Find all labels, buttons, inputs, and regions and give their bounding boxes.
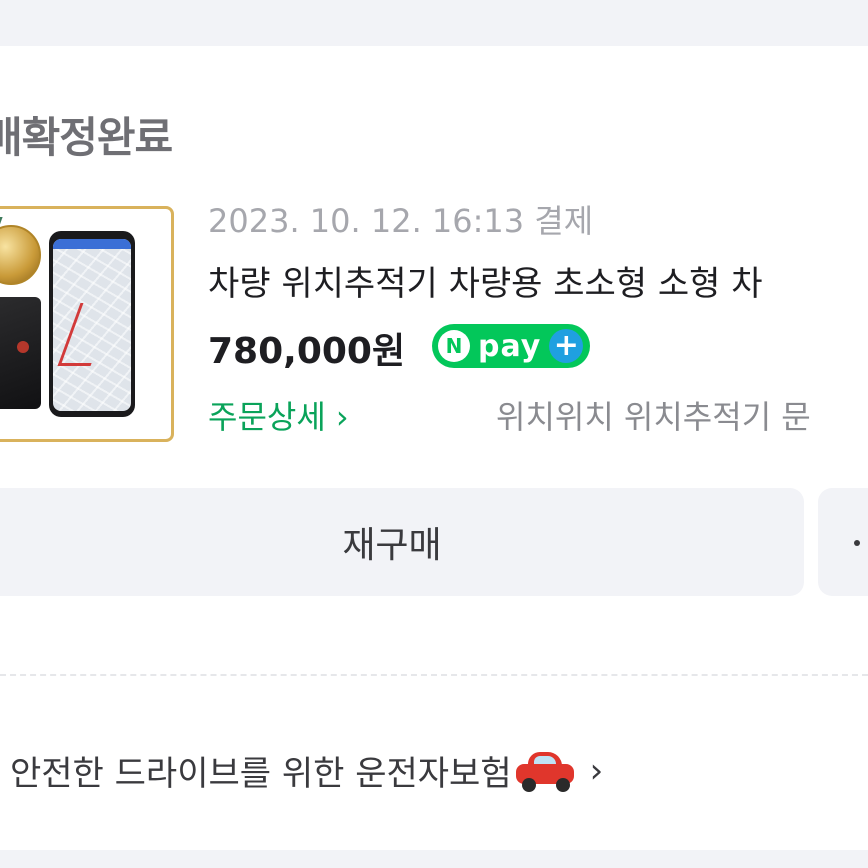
product-name[interactable]: 차량 위치추적기 차량용 초소형 소형 차 (208, 256, 763, 305)
device-logo (17, 341, 29, 353)
chevron-right-icon: › (589, 750, 604, 791)
npay-plus-icon: + (549, 329, 584, 363)
order-card (0, 46, 868, 850)
insurance-promo-link[interactable]: 안전한 드라이브를 위한 운전자보험 › (10, 746, 603, 795)
medal-icon (0, 225, 41, 285)
more-options-button[interactable] (818, 488, 868, 596)
npay-n-icon: N (438, 330, 470, 362)
product-price: 780,000원 (208, 331, 406, 372)
npay-badge: N pay + (432, 324, 590, 368)
page: 배확정완료 2023. 10. 12. 16:13 결제 차량 위치추적기 차량… (0, 0, 868, 868)
phone-app-bar (53, 239, 131, 249)
car-icon (515, 748, 576, 794)
seller-info[interactable]: 위치위치 위치추적기 문 (496, 392, 811, 438)
product-thumbnail[interactable] (0, 206, 174, 442)
more-dot-icon (854, 540, 860, 546)
order-status-title: 배확정완료 (0, 113, 173, 162)
npay-label: pay (478, 328, 542, 364)
insurance-promo-text: 안전한 드라이브를 위한 운전자보험 (10, 754, 512, 794)
rebuy-button[interactable]: 재구매 (0, 488, 804, 596)
payment-date: 2023. 10. 12. 16:13 결제 (208, 202, 594, 240)
order-detail-link[interactable]: 주문상세 › (208, 392, 349, 438)
tracker-device-image (0, 297, 41, 409)
dashed-divider (0, 674, 868, 676)
